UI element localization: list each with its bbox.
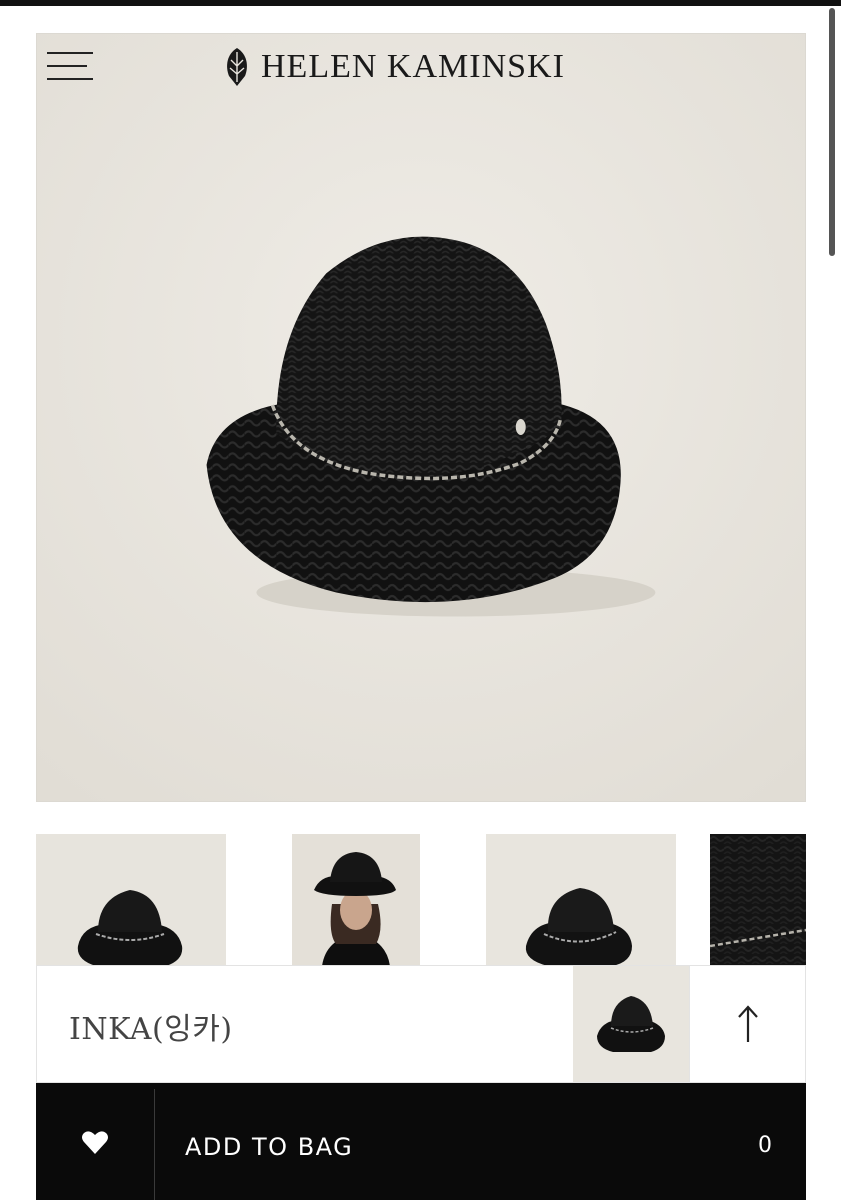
thumbnail-3[interactable] bbox=[486, 834, 676, 966]
menu-line bbox=[47, 65, 87, 67]
hero-product-image[interactable]: HELEN KAMINSKI bbox=[36, 33, 806, 802]
bag-count: 0 bbox=[758, 1133, 772, 1158]
menu-button[interactable] bbox=[45, 48, 95, 84]
product-name: INKA(잉카) bbox=[69, 1012, 233, 1047]
wishlist-button[interactable] bbox=[36, 1083, 154, 1200]
product-mini-thumbnail[interactable] bbox=[573, 966, 689, 1082]
scroll-top-button[interactable] bbox=[689, 966, 806, 1082]
mini-hat-image bbox=[573, 966, 689, 1082]
brand-logo[interactable]: HELEN KAMINSKI bbox=[223, 44, 565, 90]
add-to-bag-label: ADD TO BAG bbox=[185, 1133, 354, 1161]
thumbnail-hat-angle bbox=[486, 834, 676, 966]
thumbnail-2[interactable] bbox=[292, 834, 420, 966]
arrow-up-icon bbox=[738, 1005, 758, 1042]
scrollbar-thumb[interactable] bbox=[829, 8, 835, 256]
brand-name: HELEN KAMINSKI bbox=[261, 48, 565, 85]
thumbnail-model bbox=[292, 834, 420, 966]
thumbnail-4[interactable] bbox=[710, 834, 806, 966]
add-to-bag-button[interactable]: ADD TO BAG 0 bbox=[155, 1083, 806, 1200]
thumbnail-closeup bbox=[710, 834, 806, 966]
purchase-bar: ADD TO BAG 0 bbox=[36, 1083, 806, 1200]
menu-line bbox=[47, 78, 93, 80]
product-info-bar: INKA(잉카) bbox=[36, 965, 806, 1083]
thumbnail-hat-front bbox=[36, 834, 226, 966]
thumbnail-strip bbox=[0, 834, 827, 966]
palm-leaf-logo-icon bbox=[227, 48, 247, 86]
top-status-strip bbox=[0, 0, 841, 6]
heart-icon bbox=[82, 1130, 108, 1154]
hero-background bbox=[37, 34, 805, 801]
thumbnail-1[interactable] bbox=[36, 834, 226, 966]
menu-line bbox=[47, 52, 93, 54]
